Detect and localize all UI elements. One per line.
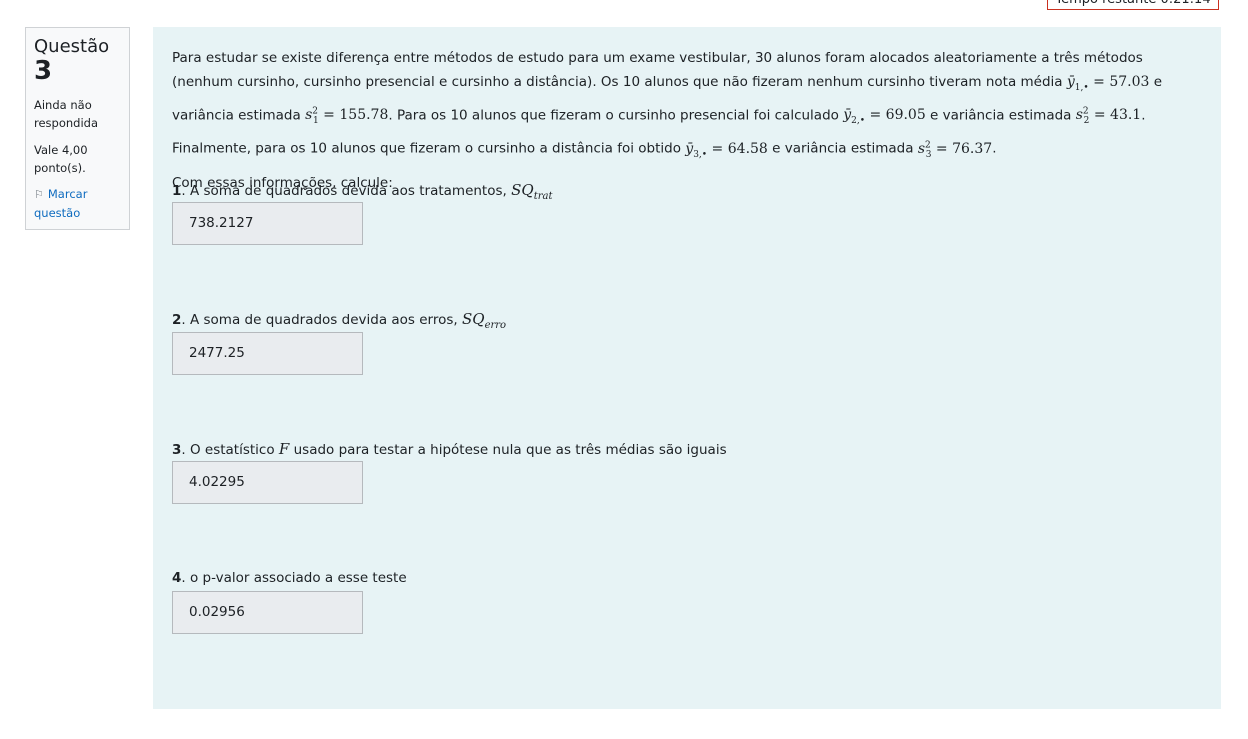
math-base: SQ bbox=[511, 181, 534, 199]
subquestion-text: . O estatístico bbox=[181, 442, 279, 458]
f-statistic-symbol: F bbox=[278, 440, 290, 458]
sq-erro-formula: SQerro bbox=[462, 310, 507, 331]
variance-1-value: 155.78 bbox=[339, 107, 389, 124]
question-text-part: . Para os 10 alunos que fizeram o cursin… bbox=[388, 107, 844, 124]
flag-question-link[interactable]: ⚐ Marcar questão bbox=[34, 185, 121, 222]
question-text-part: e variância estimada bbox=[925, 107, 1076, 124]
question-text: Para estudar se existe diferença entre m… bbox=[172, 46, 1202, 167]
question-grade: Vale 4,00 ponto(s). bbox=[34, 143, 88, 175]
answer-field-1[interactable]: 738.2127 bbox=[172, 202, 363, 245]
mean-3-value: 64.58 bbox=[727, 140, 768, 157]
question-info-panel: Questão 3 Ainda não respondida Vale 4,00… bbox=[25, 27, 130, 230]
subquestion-number: 1 bbox=[172, 183, 182, 199]
question-number: 3 bbox=[34, 56, 53, 86]
mean-1-value: 57.03 bbox=[1109, 74, 1150, 90]
sq-trat-formula: SQtrat bbox=[511, 181, 553, 202]
subquestion-text: usado para testar a hipótese nula que as… bbox=[289, 442, 727, 458]
math-base: SQ bbox=[462, 310, 485, 328]
question-content: Para estudar se existe diferença entre m… bbox=[153, 27, 1221, 709]
subquestion-3-label: 3. O estatístico F usado para testar a h… bbox=[172, 439, 727, 460]
mean-1-formula: ȳ1,• = 57.03 bbox=[1066, 74, 1150, 93]
math-subscript: trat bbox=[533, 191, 553, 202]
subquestion-text: . A soma de quadrados devida aos erros, bbox=[181, 312, 462, 328]
answer-field-3[interactable]: 4.02295 bbox=[172, 461, 363, 504]
answer-field-4[interactable]: 0.02956 bbox=[172, 591, 363, 634]
flag-icon: ⚐ bbox=[34, 188, 44, 201]
subquestion-number: 4 bbox=[172, 570, 182, 586]
variance-2-value: 43.1 bbox=[1110, 107, 1142, 124]
question-text-part: e variância estimada bbox=[767, 140, 918, 157]
time-remaining-badge: Tempo restante 0:21:14 bbox=[1047, 0, 1219, 10]
math-subscript: erro bbox=[484, 320, 507, 331]
variance-3-value: 76.37 bbox=[952, 140, 993, 157]
subquestion-number: 2 bbox=[172, 312, 182, 328]
question-text-part: . bbox=[992, 140, 997, 157]
mean-3-formula: ȳ3,• = 64.58 bbox=[685, 140, 768, 160]
mean-2-formula: ȳ2,• = 69.05 bbox=[843, 107, 926, 127]
subquestion-text: . o p-valor associado a esse teste bbox=[181, 570, 407, 586]
variance-3-formula: s23 = 76.37 bbox=[917, 140, 993, 160]
subquestion-text: . A soma de quadrados devida aos tratame… bbox=[181, 183, 512, 199]
question-text-part: Para estudar se existe diferença entre m… bbox=[172, 50, 1143, 90]
variance-1-formula: s21 = 155.78 bbox=[305, 106, 389, 127]
subquestion-number: 3 bbox=[172, 442, 182, 458]
answer-field-2[interactable]: 2477.25 bbox=[172, 332, 363, 375]
variance-2-formula: s22 = 43.1 bbox=[1075, 106, 1142, 127]
question-state: Ainda não respondida bbox=[34, 98, 99, 130]
question-label: Questão bbox=[34, 36, 110, 57]
mean-2-value: 69.05 bbox=[885, 107, 926, 124]
subquestion-4-label: 4. o p-valor associado a esse teste bbox=[172, 568, 407, 588]
